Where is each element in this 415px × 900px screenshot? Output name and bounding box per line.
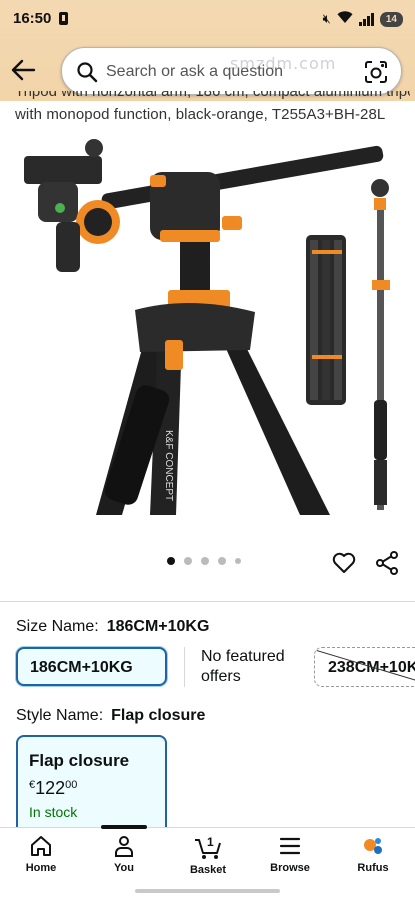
tripod-legs: K&F CONCEPT [96, 302, 330, 515]
style-label-row: Style Name: Flap closure [16, 707, 205, 725]
nav-label: Home [25, 862, 57, 874]
nav-label: You [114, 862, 134, 874]
header: 16:50 🔇︎ 14 smzdm.com [0, 0, 415, 101]
section-divider [0, 601, 415, 602]
nav-browse[interactable]: Browse [255, 834, 325, 880]
battery-icon: 14 [379, 11, 403, 27]
style-selected-value: Flap closure [111, 707, 206, 724]
pager-dot[interactable] [184, 557, 192, 565]
search-icon [77, 62, 98, 83]
nav-label: Basket [189, 864, 227, 876]
tripod-arm [101, 145, 384, 210]
size-label: Size Name: [16, 618, 99, 635]
product-title: with monopod function, black-orange, T25… [15, 106, 386, 123]
active-tab-indicator [101, 825, 147, 829]
nav-label: Browse [270, 862, 310, 874]
search-bar[interactable]: smzdm.com [61, 47, 402, 95]
basket-count: 1 [207, 835, 214, 849]
style-label: Style Name: [16, 707, 104, 724]
image-pager[interactable] [167, 557, 241, 565]
pager-dot[interactable] [167, 557, 175, 565]
sim-card-icon [59, 12, 68, 25]
strike-through [315, 649, 415, 681]
product-image[interactable]: K&F CONCEPT [0, 130, 415, 530]
menu-icon [279, 837, 301, 855]
status-time: 16:50 [13, 10, 52, 27]
rufus-icon [364, 838, 382, 854]
size-option-selected[interactable]: 186CM+10KG [16, 647, 167, 686]
status-bar: 16:50 🔇︎ 14 [0, 0, 415, 38]
signal-icon [358, 12, 374, 26]
wifi-icon [337, 10, 353, 28]
person-icon [115, 836, 133, 857]
camera-search-icon[interactable] [363, 59, 389, 85]
brand-text: K&F CONCEPT [163, 430, 174, 501]
share-button[interactable] [375, 550, 399, 576]
wishlist-button[interactable] [331, 550, 357, 576]
nav-basket[interactable]: 1 Basket [173, 834, 243, 880]
size-label-row: Size Name: 186CM+10KG [16, 618, 209, 636]
arrow-left-icon [11, 59, 36, 81]
size-selected-value: 186CM+10KG [106, 618, 210, 635]
nav-rufus[interactable]: Rufus [338, 834, 408, 880]
product-title-cut: Tripod with horizontal arm, 186 cm, comp… [15, 91, 410, 100]
nav-label: Rufus [357, 862, 389, 874]
size-option-unavailable[interactable]: 238CM+10KG [314, 647, 415, 687]
basket-icon: 1 [195, 835, 221, 859]
mute-icon: 🔇︎ [322, 11, 331, 26]
center-head [150, 172, 242, 312]
gesture-bar[interactable] [135, 889, 280, 893]
nav-you[interactable]: You [89, 834, 159, 880]
style-option-price: €12200 [29, 778, 78, 798]
pager-dot[interactable] [201, 557, 209, 565]
stock-status: In stock [29, 804, 78, 820]
search-input[interactable] [106, 60, 356, 84]
size-separator [184, 647, 185, 687]
status-icons: 🔇︎ 14 [323, 10, 403, 28]
back-button[interactable] [10, 58, 36, 82]
style-option-name: Flap closure [29, 751, 130, 770]
size-option-label: 186CM+10KG [30, 659, 133, 676]
no-offers-text: No featured offers [201, 648, 285, 685]
ball-head [24, 139, 120, 272]
monopod [371, 179, 390, 510]
home-icon [31, 836, 51, 856]
heart-icon [332, 552, 356, 573]
nav-home[interactable]: Home [6, 834, 76, 880]
folded-tripod [306, 235, 346, 405]
pager-dot[interactable] [218, 557, 226, 565]
pager-dot[interactable] [235, 558, 241, 564]
share-icon [376, 551, 398, 575]
style-option-card[interactable]: Flap closure €12200 In stock [16, 735, 167, 827]
